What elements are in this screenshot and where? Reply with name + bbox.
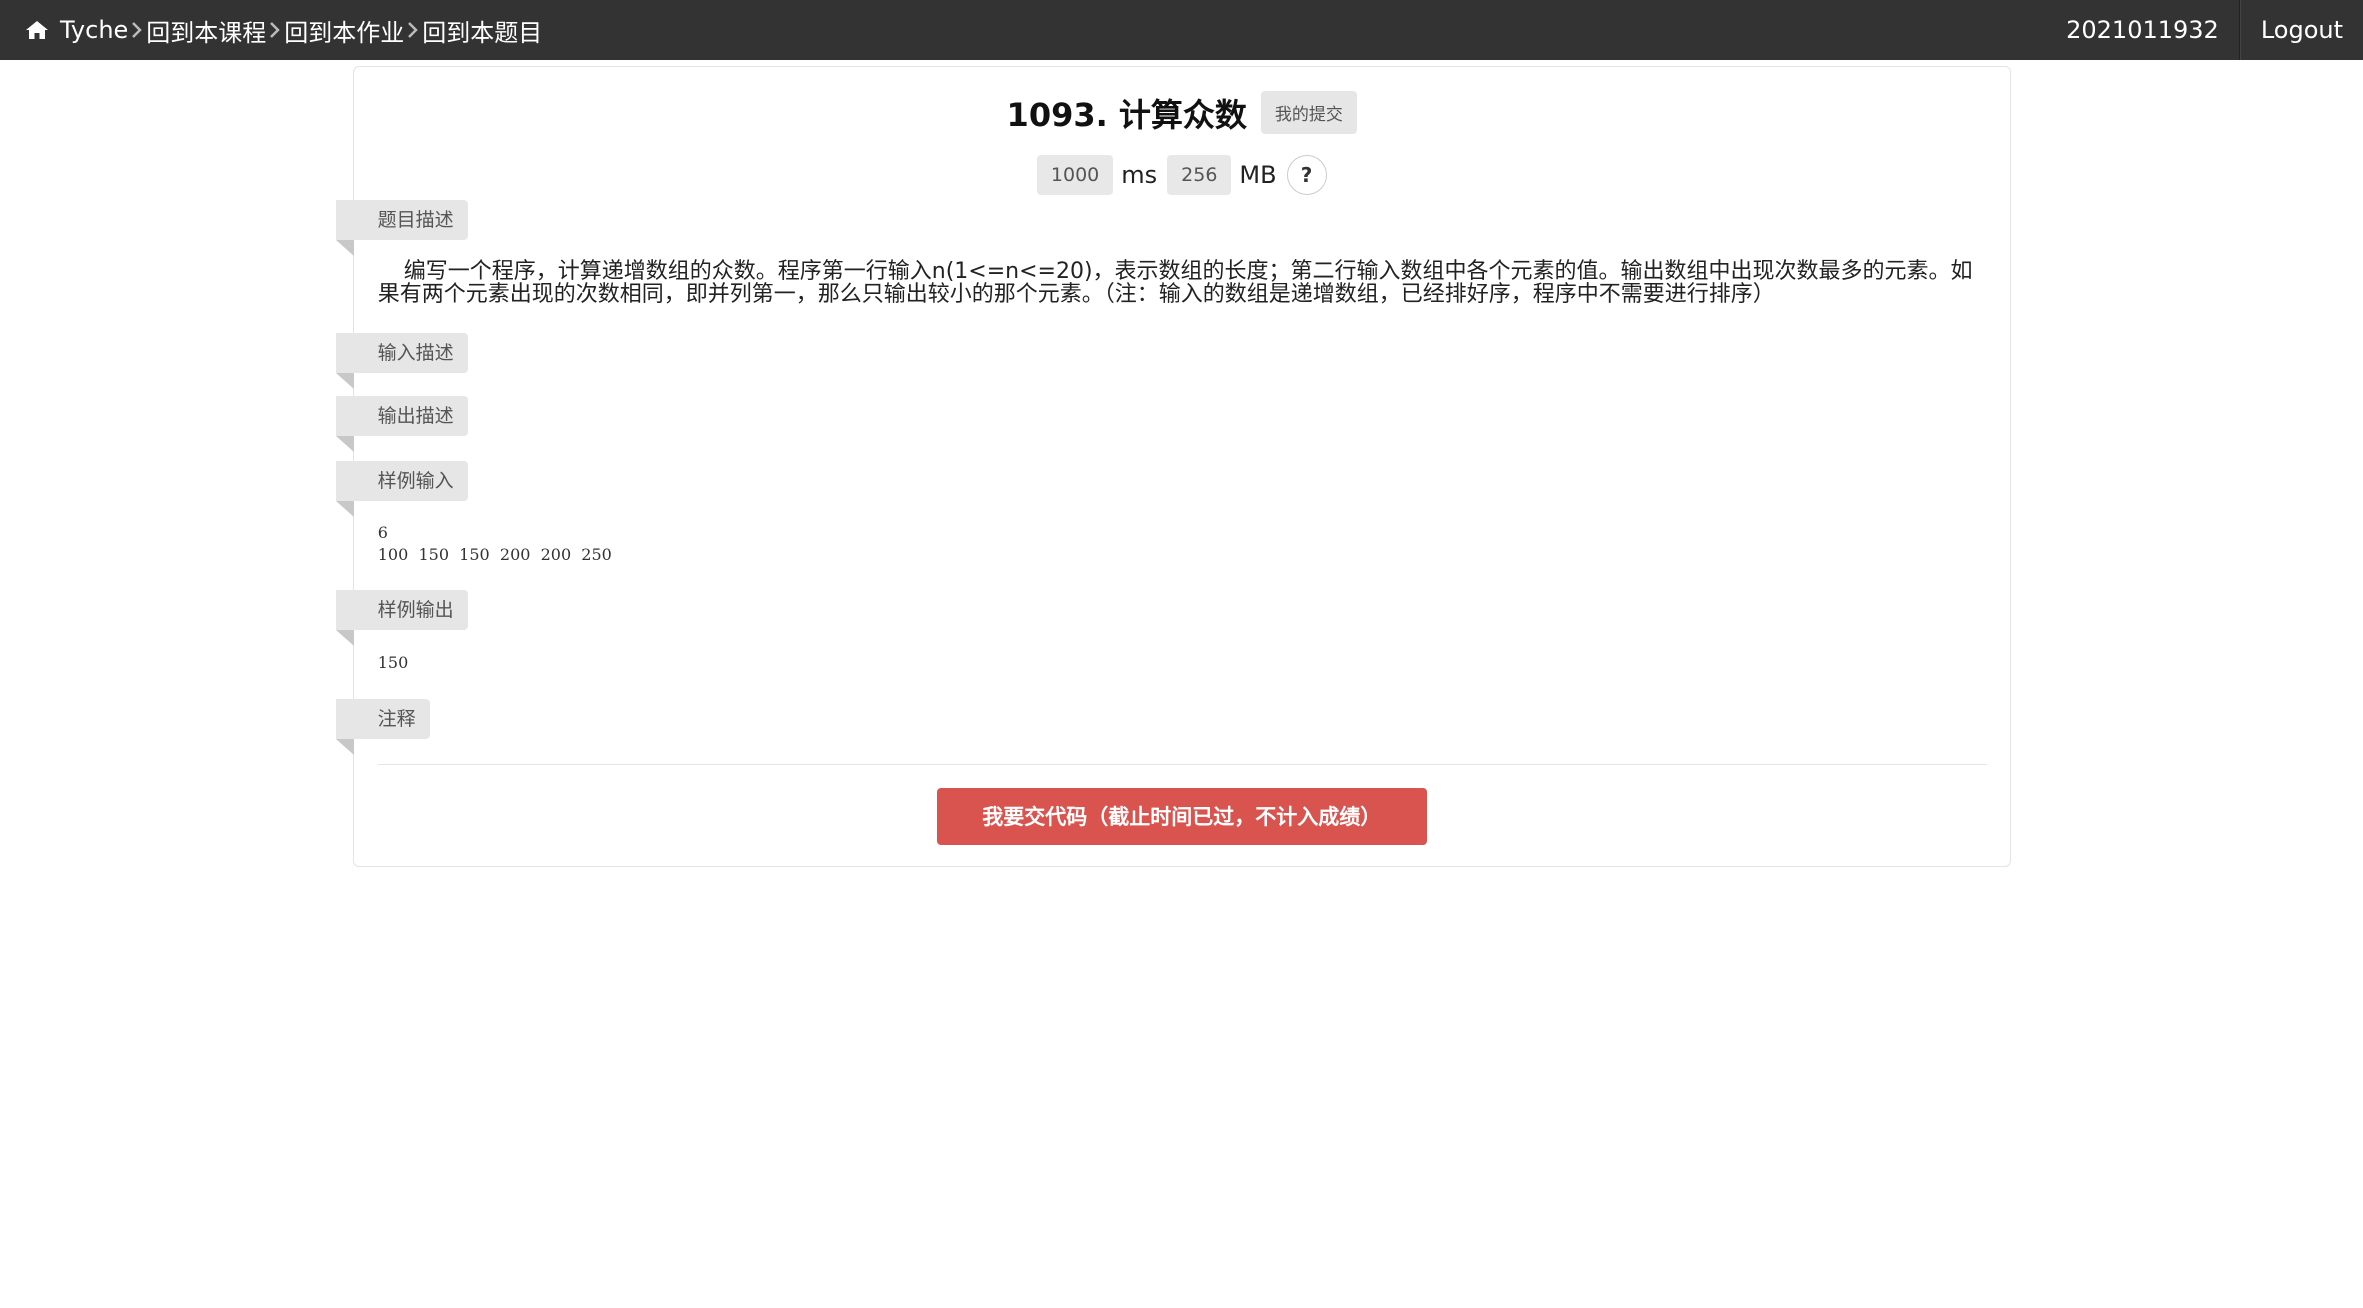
breadcrumb-problem-link[interactable]: 回到本题目 [422, 13, 542, 48]
time-limit-unit: ms [1121, 160, 1158, 189]
section-label-description: 题目描述 [335, 199, 468, 256]
description-text: 编写一个程序，计算递增数组的众数。程序第一行输入n(1<=n<=20)，表示数组… [378, 260, 1991, 306]
brand-link[interactable]: Tyche [60, 16, 128, 44]
divider [377, 763, 1988, 765]
breadcrumb: Tyche 回到本课程 回到本作业 回到本题目 [24, 0, 542, 60]
user-id-link[interactable]: 2021011932 [2046, 0, 2240, 60]
chevron-right-icon [406, 18, 420, 42]
breadcrumb-assignment-link[interactable]: 回到本作业 [284, 13, 404, 48]
help-button[interactable]: ? [1286, 154, 1327, 195]
section-label-sample-input: 样例输入 [335, 460, 468, 517]
sample-output-text: 150 [377, 653, 409, 673]
logout-link[interactable]: Logout [2239, 0, 2363, 60]
description-line-2: 果有两个元素出现的次数相同，即并列第一，那么只输出较小的那个元素。（注：输入的数… [377, 282, 1775, 308]
title-row: 1093. 计算众数 我的提交 [354, 90, 2010, 136]
sample-input-text: 6 100 150 150 200 200 250 [377, 523, 612, 565]
time-limit-value: 1000 [1036, 154, 1114, 195]
section-label-sample-output: 样例输出 [335, 590, 468, 647]
submit-code-button[interactable]: 我要交代码（截止时间已过，不计入成绩） [936, 787, 1427, 845]
top-navbar: Tyche 回到本课程 回到本作业 回到本题目 2021011932 Logou… [0, 0, 2363, 60]
my-submissions-button[interactable]: 我的提交 [1260, 91, 1357, 135]
problem-panel: 1093. 计算众数 我的提交 1000 ms 256 MB ? 题目描述 编写… [335, 66, 2011, 867]
home-icon[interactable] [24, 17, 50, 43]
section-label-input: 输入描述 [335, 332, 468, 389]
problem-title: 1093. 计算众数 [1006, 95, 1247, 134]
section-label-output: 输出描述 [335, 395, 468, 452]
user-menu: 2021011932 Logout [2046, 0, 2363, 60]
chevron-right-icon [268, 18, 282, 42]
limits-row: 1000 ms 256 MB ? [354, 154, 2010, 195]
memory-limit-value: 256 [1167, 154, 1232, 195]
section-label-notes: 注释 [335, 698, 430, 755]
memory-limit-unit: MB [1239, 160, 1277, 189]
breadcrumb-course-link[interactable]: 回到本课程 [146, 13, 266, 48]
chevron-right-icon [130, 18, 144, 42]
description-line-1: 编写一个程序，计算递增数组的众数。程序第一行输入n(1<=n<=20)，表示数组… [403, 259, 1973, 285]
